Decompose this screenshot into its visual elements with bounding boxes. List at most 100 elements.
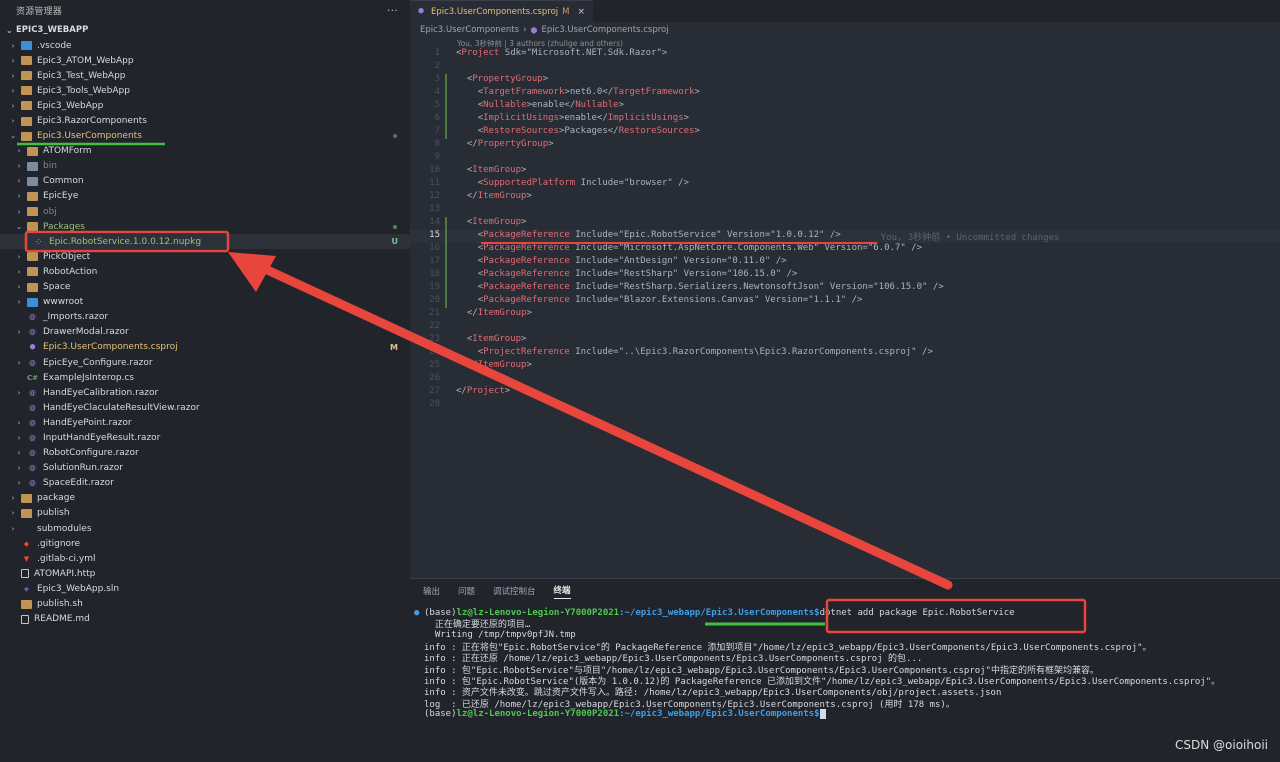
- code-line[interactable]: 12 </ItemGroup>: [410, 191, 1280, 204]
- gitlab-file-icon: ▼: [23, 554, 30, 563]
- markdown-file-icon: [21, 614, 29, 624]
- workspace-section-header[interactable]: ⌄ EPIC3_WEBAPP: [0, 20, 410, 40]
- folder-open-icon: [27, 222, 38, 232]
- code-line[interactable]: 3 <PropertyGroup>: [410, 74, 1280, 87]
- codelens-blame[interactable]: You, 3秒钟前 | 3 authors (zhulige and other…: [457, 38, 1280, 48]
- code-line[interactable]: 23 <ItemGroup>: [410, 334, 1280, 347]
- tree-item[interactable]: ATOMAPI.http: [0, 566, 410, 581]
- code-line[interactable]: 7 <RestoreSources>Packages</RestoreSourc…: [410, 126, 1280, 139]
- tree-item[interactable]: ⬢ Epic3.UserComponents.csproj M: [0, 340, 410, 355]
- gutter: [440, 61, 456, 74]
- tree-item[interactable]: › @ RobotConfigure.razor: [0, 446, 410, 461]
- tree-item[interactable]: › Epic3_Tools_WebApp: [0, 83, 410, 98]
- code-line[interactable]: 20 <PackageReference Include="Blazor.Ext…: [410, 295, 1280, 308]
- tree-item[interactable]: › submodules: [0, 521, 410, 536]
- tree-item[interactable]: ▼ .gitlab-ci.yml: [0, 551, 410, 566]
- breadcrumb-folder[interactable]: Epic3.UserComponents: [420, 25, 519, 35]
- code-text: <PackageReference Include="RestSharp.Ser…: [477, 282, 944, 292]
- tree-item[interactable]: › RobotAction: [0, 264, 410, 279]
- tree-item[interactable]: ◆ .gitignore: [0, 536, 410, 551]
- folder-icon: [27, 146, 38, 156]
- code-line[interactable]: 11 <SupportedPlatform Include="browser" …: [410, 178, 1280, 191]
- tree-item[interactable]: › .vscode: [0, 38, 410, 53]
- tree-item[interactable]: ◈ Epic3_WebApp.sln: [0, 581, 410, 596]
- razor-file-icon: @: [29, 403, 36, 412]
- code-line[interactable]: 26: [410, 373, 1280, 386]
- tree-item[interactable]: ⌄ Epic3.UserComponents: [0, 129, 410, 144]
- tree-item[interactable]: › obj: [0, 204, 410, 219]
- line-number: 10: [429, 165, 440, 175]
- tree-item[interactable]: @ _Imports.razor: [0, 310, 410, 325]
- code-line[interactable]: 2: [410, 61, 1280, 74]
- tree-item[interactable]: › ATOMForm: [0, 144, 410, 159]
- code-line[interactable]: 19 <PackageReference Include="RestSharp.…: [410, 282, 1280, 295]
- code-line[interactable]: 10 <ItemGroup>: [410, 165, 1280, 178]
- tree-item[interactable]: › Common: [0, 174, 410, 189]
- close-icon[interactable]: ×: [577, 7, 585, 17]
- breadcrumb-file[interactable]: Epic3.UserComponents.csproj: [541, 25, 668, 35]
- code-line[interactable]: 9: [410, 152, 1280, 165]
- tree-item[interactable]: › Epic3_WebApp: [0, 98, 410, 113]
- tree-item-label: SolutionRun.razor: [43, 463, 123, 474]
- tree-item[interactable]: › Space: [0, 280, 410, 295]
- tree-item[interactable]: › Epic3.RazorComponents: [0, 113, 410, 128]
- code-line[interactable]: 16 <PackageReference Include="Microsoft.…: [410, 243, 1280, 256]
- tree-item[interactable]: ⁘ Epic.RobotService.1.0.0.12.nupkg U: [0, 234, 410, 250]
- code-line[interactable]: 24 <ProjectReference Include="..\Epic3.R…: [410, 347, 1280, 360]
- prompt-user: lz@lz-Lenovo-Legion-Y7000P2021: [456, 709, 620, 720]
- gutter: [440, 165, 456, 178]
- tree-item[interactable]: › package: [0, 491, 410, 506]
- code-line[interactable]: 5 <Nullable>enable</Nullable>: [410, 100, 1280, 113]
- tree-item[interactable]: › wwwroot: [0, 295, 410, 310]
- chevron-right-icon: ›: [17, 192, 21, 201]
- code-editor[interactable]: You, 3秒钟前 | 3 authors (zhulige and other…: [410, 38, 1280, 412]
- tree-item[interactable]: › @ SolutionRun.razor: [0, 461, 410, 476]
- code-line[interactable]: 25 </ItemGroup>: [410, 360, 1280, 373]
- tree-item[interactable]: ⌄ Packages: [0, 219, 410, 234]
- code-line[interactable]: 27 </Project>: [410, 386, 1280, 399]
- panel-tab[interactable]: 调试控制台: [493, 585, 536, 597]
- tree-item[interactable]: › EpicEye: [0, 189, 410, 204]
- chevron-right-icon: ›: [11, 86, 15, 95]
- git-change-marker: [445, 126, 447, 139]
- code-line[interactable]: 6 <ImplicitUsings>enable</ImplicitUsings…: [410, 113, 1280, 126]
- panel-tab[interactable]: 问题: [458, 585, 475, 597]
- tree-item[interactable]: › @ EpicEye_Configure.razor: [0, 355, 410, 370]
- code-line[interactable]: 13: [410, 204, 1280, 217]
- code-line[interactable]: 14 <ItemGroup>: [410, 217, 1280, 230]
- code-line[interactable]: 15 <PackageReference Include="Epic.Robot…: [410, 230, 1280, 243]
- chevron-right-icon: ›: [17, 207, 21, 216]
- tree-item[interactable]: › publish: [0, 506, 410, 521]
- tree-item[interactable]: publish.sh: [0, 596, 410, 611]
- tree-item[interactable]: C# ExampleJsInterop.cs: [0, 370, 410, 385]
- tree-item[interactable]: › @ SpaceEdit.razor: [0, 476, 410, 491]
- tree-item[interactable]: › @ DrawerModal.razor: [0, 325, 410, 340]
- code-line[interactable]: 17 <PackageReference Include="AntDesign"…: [410, 256, 1280, 269]
- tree-item[interactable]: › Epic3_Test_WebApp: [0, 68, 410, 83]
- gutter: [440, 204, 456, 217]
- prompt-user: lz@lz-Lenovo-Legion-Y7000P2021: [456, 607, 620, 618]
- code-line[interactable]: 8 </PropertyGroup>: [410, 139, 1280, 152]
- tree-item[interactable]: › PickObject: [0, 249, 410, 264]
- tree-item[interactable]: README.md: [0, 612, 410, 627]
- tree-item[interactable]: › @ HandEyePoint.razor: [0, 415, 410, 430]
- code-line[interactable]: 21 </ItemGroup>: [410, 308, 1280, 321]
- panel-tab[interactable]: 终端: [553, 584, 571, 599]
- tree-item-label: Space: [43, 282, 71, 293]
- panel-tab[interactable]: 输出: [423, 585, 440, 597]
- tree-item[interactable]: › @ HandEyeCalibration.razor: [0, 385, 410, 400]
- tree-item[interactable]: › @ InputHandEyeResult.razor: [0, 430, 410, 445]
- tree-item-label: obj: [43, 206, 57, 217]
- tree-item[interactable]: › Epic3_ATOM_WebApp: [0, 53, 410, 68]
- code-line[interactable]: 4 <TargetFramework>net6.0</TargetFramewo…: [410, 87, 1280, 100]
- code-line[interactable]: 1 <Project Sdk="Microsoft.NET.Sdk.Razor">: [410, 48, 1280, 61]
- code-line[interactable]: 22: [410, 321, 1280, 334]
- tree-item[interactable]: › bin: [0, 159, 410, 174]
- razor-file-icon: @: [29, 433, 36, 442]
- more-actions-icon[interactable]: ···: [387, 4, 398, 17]
- code-line[interactable]: 18 <PackageReference Include="RestSharp"…: [410, 269, 1280, 282]
- tab-csproj[interactable]: ⬢ Epic3.UserComponents.csproj M ×: [410, 0, 594, 22]
- terminal[interactable]: ● (base) lz@lz-Lenovo-Legion-Y7000P2021:~…: [410, 607, 1280, 720]
- tree-item[interactable]: @ HandEyeClaculateResultView.razor: [0, 400, 410, 415]
- code-line[interactable]: 28: [410, 399, 1280, 412]
